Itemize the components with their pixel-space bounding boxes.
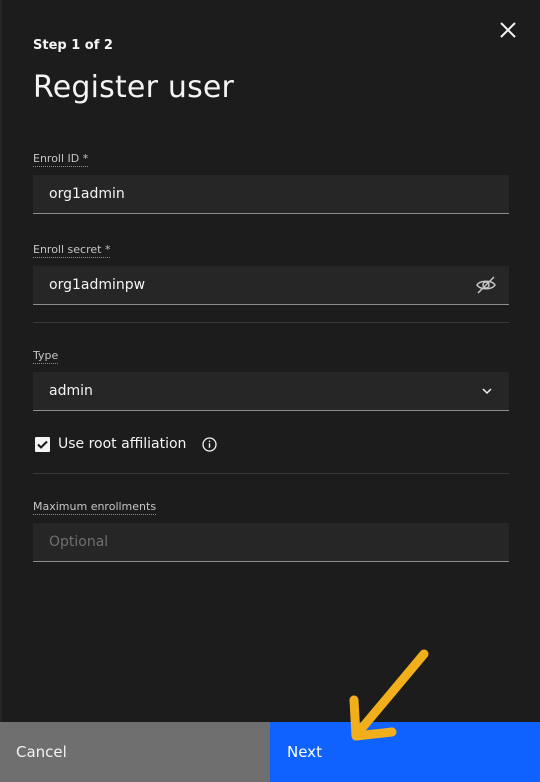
- panel-edge: [0, 0, 2, 722]
- root-affiliation-row: Use root affiliation: [35, 434, 218, 454]
- footer-actions: Cancel Next: [0, 722, 540, 782]
- enroll-id-label: Enroll ID *: [33, 152, 89, 167]
- enroll-id-value: org1admin: [49, 186, 125, 202]
- root-affiliation-checkbox[interactable]: [35, 436, 50, 452]
- max-enrollments-label: Maximum enrollments: [33, 500, 157, 515]
- eye-off-icon[interactable]: [475, 275, 497, 295]
- enroll-secret-label: Enroll secret *: [33, 243, 111, 258]
- root-affiliation-label: Use root affiliation: [58, 436, 187, 452]
- enroll-secret-value: org1adminpw: [49, 277, 146, 293]
- type-label: Type: [33, 349, 59, 364]
- info-icon[interactable]: [202, 436, 218, 452]
- checkmark-icon: [37, 440, 48, 449]
- close-button[interactable]: [494, 16, 522, 44]
- page-title: Register user: [33, 70, 235, 105]
- chevron-down-icon: [482, 388, 492, 395]
- next-button[interactable]: Next: [270, 722, 540, 782]
- type-select[interactable]: admin: [33, 372, 509, 411]
- enroll-secret-field[interactable]: org1adminpw: [33, 266, 509, 305]
- section-divider: [33, 473, 509, 474]
- register-user-panel: Step 1 of 2 Register user Enroll ID * or…: [0, 0, 540, 782]
- next-button-label: Next: [287, 743, 322, 761]
- cancel-button-label: Cancel: [16, 743, 67, 761]
- max-enrollments-placeholder: Optional: [49, 534, 109, 550]
- cancel-button[interactable]: Cancel: [0, 722, 270, 782]
- enroll-id-field[interactable]: org1admin: [33, 175, 509, 214]
- section-divider: [33, 322, 509, 323]
- max-enrollments-field[interactable]: Optional: [33, 523, 509, 562]
- type-value: admin: [49, 383, 93, 399]
- close-icon: [500, 22, 516, 38]
- step-indicator: Step 1 of 2: [33, 38, 113, 53]
